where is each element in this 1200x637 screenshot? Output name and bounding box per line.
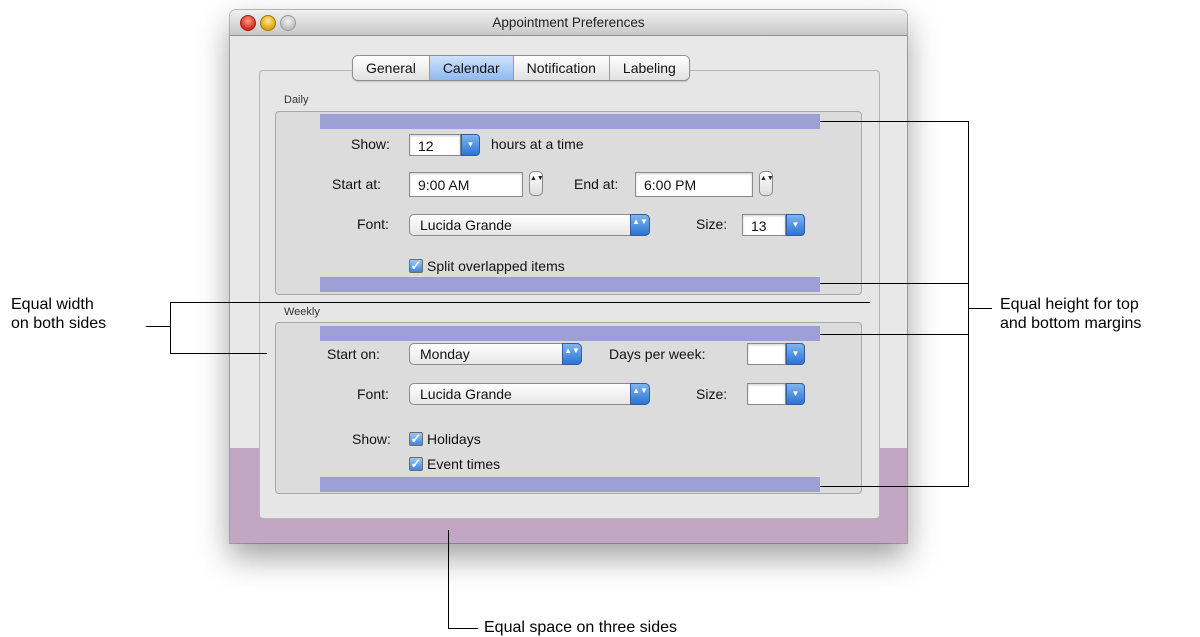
check-icon: ✓ (410, 456, 422, 471)
week-start-value: Monday (420, 346, 470, 362)
daily-size-dropdown-button[interactable]: ▼ (786, 214, 805, 236)
chevron-down-icon: ▼ (791, 220, 800, 229)
daily-end-label: End at: (574, 176, 619, 192)
left-bracket-vertical (170, 302, 171, 354)
weekly-group-label: Weekly (284, 306, 320, 318)
daily-end-time-field[interactable]: 6:00 PM (635, 172, 753, 197)
stepper-arrows-icon: ▲▼ (760, 175, 774, 182)
right-leader-weekly-bottom (820, 486, 968, 487)
left-bracket-top-leader (170, 302, 870, 303)
daily-end-stepper[interactable]: ▲▼ (759, 171, 774, 196)
right-leader-daily-bottom (820, 283, 968, 284)
days-per-week-field[interactable] (747, 343, 786, 365)
days-per-week-label: Days per week: (609, 346, 706, 362)
daily-size-field[interactable]: 13 (742, 214, 786, 236)
bottom-annotation: Equal space on three sides (484, 619, 678, 636)
hours-suffix-label: hours at a time (491, 136, 584, 152)
tab-general[interactable]: General (353, 56, 430, 80)
weekly-bottom-margin-marker (320, 477, 820, 492)
event-times-checkbox[interactable]: ✓ (409, 457, 423, 471)
split-overlapped-checkbox[interactable]: ✓ (409, 259, 423, 273)
popup-arrows-icon: ▲▼ (562, 343, 582, 365)
stepper-arrows-icon: ▲▼ (530, 175, 544, 182)
hours-shown-field[interactable]: 12 (409, 134, 461, 156)
weekly-font-value: Lucida Grande (420, 386, 512, 402)
right-leader-daily-top (820, 121, 968, 122)
weekly-show-label: Show: (352, 431, 391, 447)
daily-size-label: Size: (696, 216, 728, 232)
check-icon: ✓ (410, 258, 422, 273)
event-times-label: Event times (427, 456, 501, 472)
weekly-size-dropdown-button[interactable]: ▼ (786, 383, 805, 405)
chevron-down-icon: ▼ (791, 349, 800, 358)
weekly-font-label: Font: (357, 386, 389, 402)
daily-start-stepper[interactable]: ▲▼ (529, 171, 544, 196)
bottom-callout-horizontal (448, 628, 478, 629)
weekly-size-field[interactable] (747, 383, 786, 405)
right-annotation-line1: Equal height for top (1000, 296, 1139, 313)
left-bracket-bottom-leader (170, 353, 267, 354)
holidays-label: Holidays (427, 431, 481, 447)
right-bracket-vertical (968, 121, 969, 487)
daily-start-time-field[interactable]: 9:00 AM (409, 172, 523, 197)
weekly-font-popup[interactable]: Lucida Grande ▲▼ (409, 383, 650, 405)
tab-labeling[interactable]: Labeling (609, 56, 689, 80)
window-title: Appointment Preferences (492, 15, 645, 30)
chevron-down-icon: ▼ (791, 389, 800, 398)
left-annotation-line1: Equal width (11, 296, 94, 313)
right-leader-weekly-top (820, 334, 968, 335)
daily-font-popup[interactable]: Lucida Grande ▲▼ (409, 214, 650, 236)
daily-top-margin-marker (320, 114, 820, 129)
weekly-start-label: Start on: (327, 346, 380, 362)
holidays-checkbox[interactable]: ✓ (409, 432, 423, 446)
split-overlapped-label: Split overlapped items (427, 258, 565, 274)
tab-bar: General Calendar Notification Labeling (352, 55, 690, 81)
right-annotation-line2: and bottom margins (1000, 315, 1142, 332)
weekly-size-label: Size: (696, 386, 728, 402)
left-annotation-line2: on both sides (11, 315, 107, 332)
right-callout-tick (968, 308, 992, 309)
daily-group-label: Daily (284, 94, 309, 106)
weekly-top-margin-marker (320, 326, 820, 341)
title-bar[interactable]: Appointment Preferences (230, 10, 907, 36)
popup-arrows-icon: ▲▼ (630, 383, 650, 405)
left-callout-tick (146, 326, 170, 327)
daily-start-label: Start at: (332, 176, 382, 192)
days-per-week-dropdown-button[interactable]: ▼ (786, 343, 805, 365)
popup-arrows-icon: ▲▼ (630, 214, 650, 236)
tab-calendar[interactable]: Calendar (429, 56, 514, 80)
tab-notification[interactable]: Notification (513, 56, 610, 80)
bottom-callout-vertical (448, 530, 449, 628)
chevron-down-icon: ▼ (466, 140, 475, 149)
preferences-window: Appointment Preferences General Calendar… (230, 10, 907, 543)
daily-bottom-margin-marker (320, 277, 820, 292)
check-icon: ✓ (410, 431, 422, 446)
week-start-popup[interactable]: Monday ▲▼ (409, 343, 582, 365)
daily-font-label: Font: (357, 216, 389, 232)
hours-shown-dropdown-button[interactable]: ▼ (461, 134, 480, 156)
daily-show-label: Show: (351, 136, 390, 152)
daily-font-value: Lucida Grande (420, 217, 512, 233)
